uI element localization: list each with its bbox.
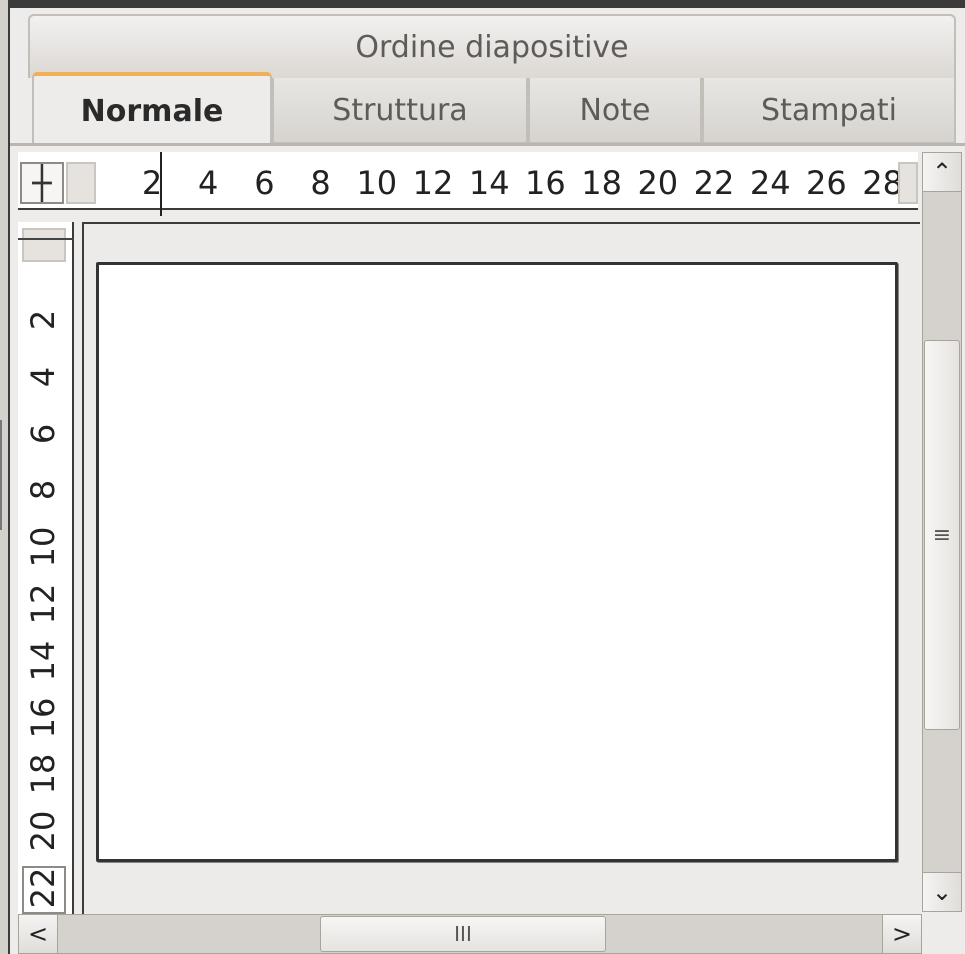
horizontal-ruler-tick: 10	[356, 164, 398, 202]
chevron-down-icon[interactable]: ⌄	[922, 872, 962, 912]
vertical-ruler-top-margin[interactable]	[22, 228, 66, 262]
tab-outline[interactable]: Struttura	[272, 78, 528, 144]
chevron-right-icon[interactable]: >	[882, 914, 922, 954]
tab-baseline	[10, 143, 965, 146]
vertical-ruler-tick: 4	[24, 366, 62, 387]
scrollbar-corner	[922, 914, 965, 954]
ruler-left-margin[interactable]	[66, 162, 96, 204]
chevron-up-icon[interactable]: ⌃	[922, 152, 962, 192]
horizontal-ruler-tick: 22	[693, 164, 735, 202]
tab-slide-sorter[interactable]: Ordine diapositive	[28, 14, 956, 78]
tab-handouts[interactable]: Stampati	[702, 78, 956, 144]
horizontal-ruler-tick: 18	[581, 164, 622, 202]
ruler-right-margin[interactable]	[898, 162, 918, 204]
window-left-edge-mark	[0, 420, 6, 530]
horizontal-ruler-tick: 28	[862, 164, 903, 202]
vertical-ruler-tick: 12	[24, 583, 62, 625]
vertical-ruler-tick: 10	[24, 526, 62, 568]
tab-notes[interactable]: Note	[528, 78, 702, 144]
vertical-ruler-tick: 16	[24, 697, 62, 738]
horizontal-ruler-tick: 26	[806, 164, 847, 202]
horizontal-ruler-tick: 12	[412, 164, 454, 202]
vertical-ruler-bottom-marker	[22, 866, 66, 914]
vertical-ruler-tick: 6	[24, 423, 62, 444]
slide-canvas[interactable]	[96, 262, 898, 862]
horizontal-ruler-tick: 24	[749, 164, 791, 202]
horizontal-ruler-tick: 14	[468, 164, 510, 202]
tab-normal[interactable]: Normale	[32, 72, 272, 146]
horizontal-ruler-tick: 16	[525, 164, 566, 202]
crosshair-icon[interactable]: ┼	[20, 162, 64, 204]
window-top-border	[10, 0, 965, 8]
vertical-ruler-tick: 2	[24, 309, 62, 331]
vertical-ruler-cursor-marker	[18, 238, 74, 240]
horizontal-ruler-tick: 6	[254, 164, 275, 202]
vertical-ruler-tick: 8	[24, 480, 62, 501]
horizontal-scrollbar-thumb[interactable]: III	[320, 916, 606, 952]
vertical-ruler-tick: 14	[24, 640, 62, 682]
horizontal-ruler-tick: 4	[198, 164, 219, 202]
horizontal-ruler-tick: 20	[637, 164, 679, 202]
vertical-scrollbar-thumb[interactable]: ≡	[924, 340, 960, 730]
vertical-ruler-tick: 18	[24, 754, 62, 795]
vertical-ruler-tick: 20	[24, 810, 62, 852]
chevron-left-icon[interactable]: <	[18, 914, 58, 954]
ruler-cursor-marker	[160, 152, 162, 216]
horizontal-ruler-tick: 8	[310, 164, 331, 202]
